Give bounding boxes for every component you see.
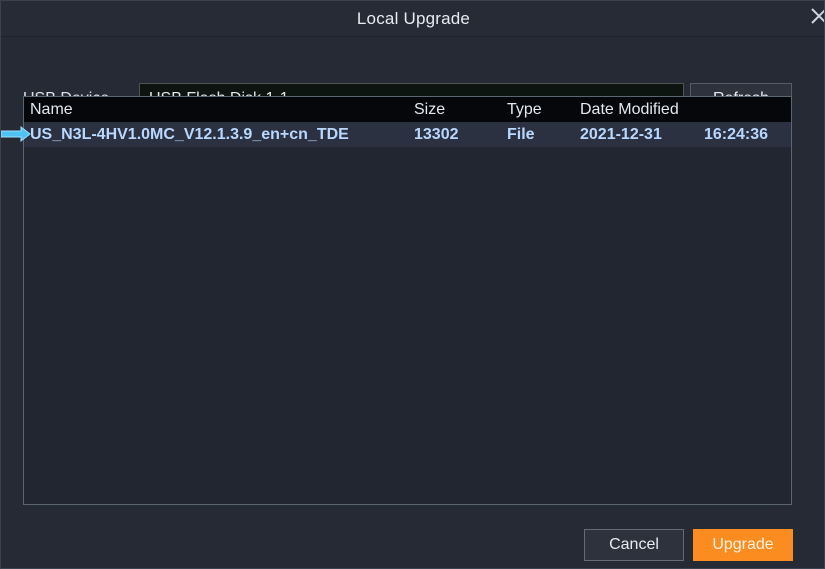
file-size: 13302 xyxy=(414,126,459,143)
column-header-type: Type xyxy=(507,101,542,118)
column-header-name: Name xyxy=(30,101,73,118)
table-row[interactable]: US_N3L-4HV1.0MC_V12.1.3.9_en+cn_TDE 1330… xyxy=(24,122,791,147)
file-date: 2021-12-31 xyxy=(580,126,662,143)
dialog-titlebar: Local Upgrade xyxy=(1,1,824,37)
file-list-panel: Name Size Type Date Modified US_N3L-4HV1… xyxy=(23,96,792,505)
file-table-header: Name Size Type Date Modified xyxy=(24,97,791,122)
usb-device-row: USB Device USB Flash Disk 1-1 Refresh xyxy=(1,37,824,115)
file-table: Name Size Type Date Modified US_N3L-4HV1… xyxy=(24,97,791,147)
dialog-title: Local Upgrade xyxy=(356,9,471,28)
file-time: 16:24:36 xyxy=(704,126,769,143)
cancel-button[interactable]: Cancel xyxy=(584,529,684,561)
column-header-size: Size xyxy=(414,101,446,118)
column-header-date-modified: Date Modified xyxy=(580,101,679,118)
upgrade-button[interactable]: Upgrade xyxy=(693,529,793,561)
close-icon[interactable] xyxy=(806,3,824,29)
file-name: US_N3L-4HV1.0MC_V12.1.3.9_en+cn_TDE xyxy=(30,126,349,143)
local-upgrade-dialog: Local Upgrade USB Device USB Flash Disk … xyxy=(0,0,825,569)
file-type: File xyxy=(507,126,535,143)
